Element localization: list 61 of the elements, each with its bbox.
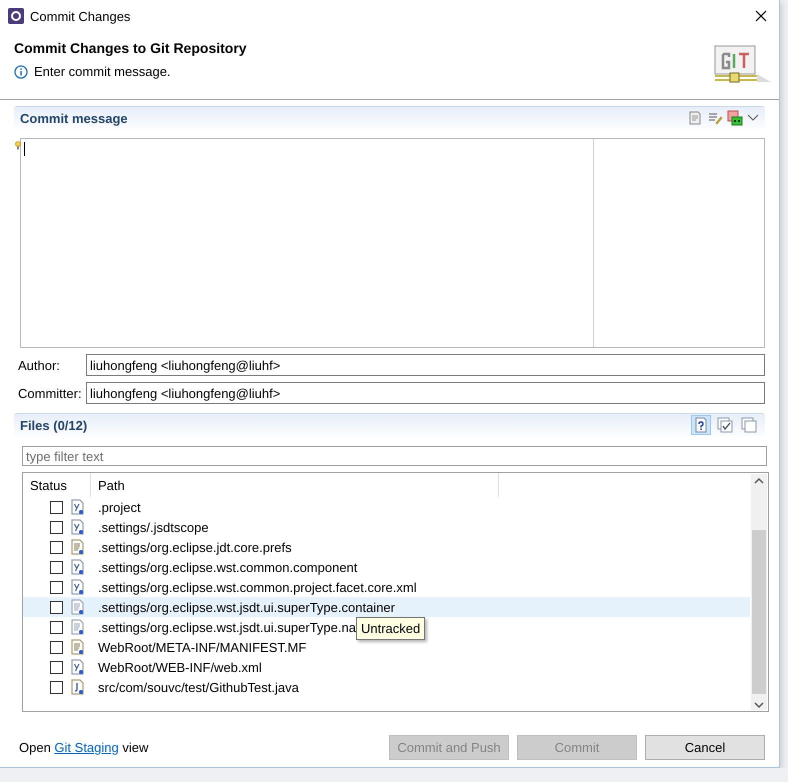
xml-file-icon (71, 659, 84, 675)
window-title: Commit Changes (30, 8, 130, 24)
lightbulb-icon (15, 141, 21, 150)
column-header[interactable]: Path (91, 473, 499, 497)
checkbox[interactable] (50, 660, 63, 674)
section-title: Files (0/12) (20, 418, 88, 432)
dialog-button[interactable]: Cancel (645, 735, 765, 760)
checkbox[interactable] (50, 580, 63, 594)
file-path: WebRoot/WEB-INF/web.xml (98, 660, 262, 674)
dropdown-caret-icon (747, 113, 759, 123)
xml-file-icon (71, 559, 84, 575)
checkbox[interactable] (50, 600, 63, 614)
text-file-icon (71, 539, 84, 555)
committer-field[interactable]: liuhongfeng <liuhongfeng@liuhf> (86, 382, 765, 404)
file-path: WebRoot/META-INF/MANIFEST.MF (98, 640, 306, 654)
git-staging-link[interactable]: Git Staging (54, 740, 119, 755)
app-icon (8, 8, 24, 24)
field-label: Committer: (18, 386, 83, 400)
file-path: .settings/.jsdtscope (98, 520, 209, 534)
selected-row-highlight[interactable] (23, 597, 750, 617)
commit-message-field[interactable] (21, 139, 594, 347)
field-label: Author: (18, 358, 61, 372)
close-icon (755, 10, 767, 22)
checkbox[interactable] (50, 680, 63, 694)
file-path: .settings/org.eclipse.wst.jsdt.ui.superType.container (98, 600, 395, 614)
checkbox[interactable] (50, 620, 63, 634)
checkbox[interactable] (50, 500, 63, 514)
file-path: .project (98, 500, 141, 514)
checkbox[interactable] (50, 640, 63, 654)
text-file-icon (71, 639, 84, 655)
xml-file-icon (71, 579, 84, 595)
checkbox[interactable] (50, 520, 63, 534)
text-file-icon (71, 619, 84, 635)
column-header[interactable]: Status (23, 473, 91, 497)
uncheck-all-icon (740, 416, 758, 434)
author-field[interactable]: liuhongfeng <liuhongfeng@liuhf> (86, 354, 765, 376)
checkbox[interactable] (50, 540, 63, 554)
text-file-icon (71, 599, 84, 615)
file-path: .settings/org.eclipse.wst.common.project.facet.core.xml (98, 580, 417, 594)
section-title: Commit message (20, 110, 128, 126)
info-icon (14, 64, 28, 78)
file-path: src/com/souvc/test/GithubTest.java (98, 680, 299, 694)
java-file-icon (71, 679, 84, 695)
dialog-title: Commit Changes to Git Repository (14, 40, 248, 56)
filter-field[interactable]: type filter text (22, 446, 767, 466)
tooltip: Untracked (356, 617, 426, 640)
xml-file-icon (71, 499, 84, 515)
file-path: .settings/org.eclipse.wst.jsdt.ui.superType.na (98, 620, 356, 634)
scrollbar[interactable] (751, 474, 767, 710)
scroll-down-icon (754, 700, 764, 710)
toolbar-button[interactable] (715, 415, 735, 435)
xml-file-icon (71, 519, 84, 535)
document-icon (687, 110, 703, 126)
footer-text: Open Git Staging view (19, 740, 148, 755)
checkbox[interactable] (50, 560, 63, 574)
info-message: Enter commit message. (34, 64, 171, 79)
check-all-icon (716, 416, 734, 434)
file-path: .settings/org.eclipse.jdt.core.prefs (98, 540, 292, 554)
sign-off-icon (727, 110, 743, 126)
file-path: .settings/org.eclipse.wst.common.component (98, 560, 358, 574)
toolbar-button[interactable] (691, 415, 711, 435)
